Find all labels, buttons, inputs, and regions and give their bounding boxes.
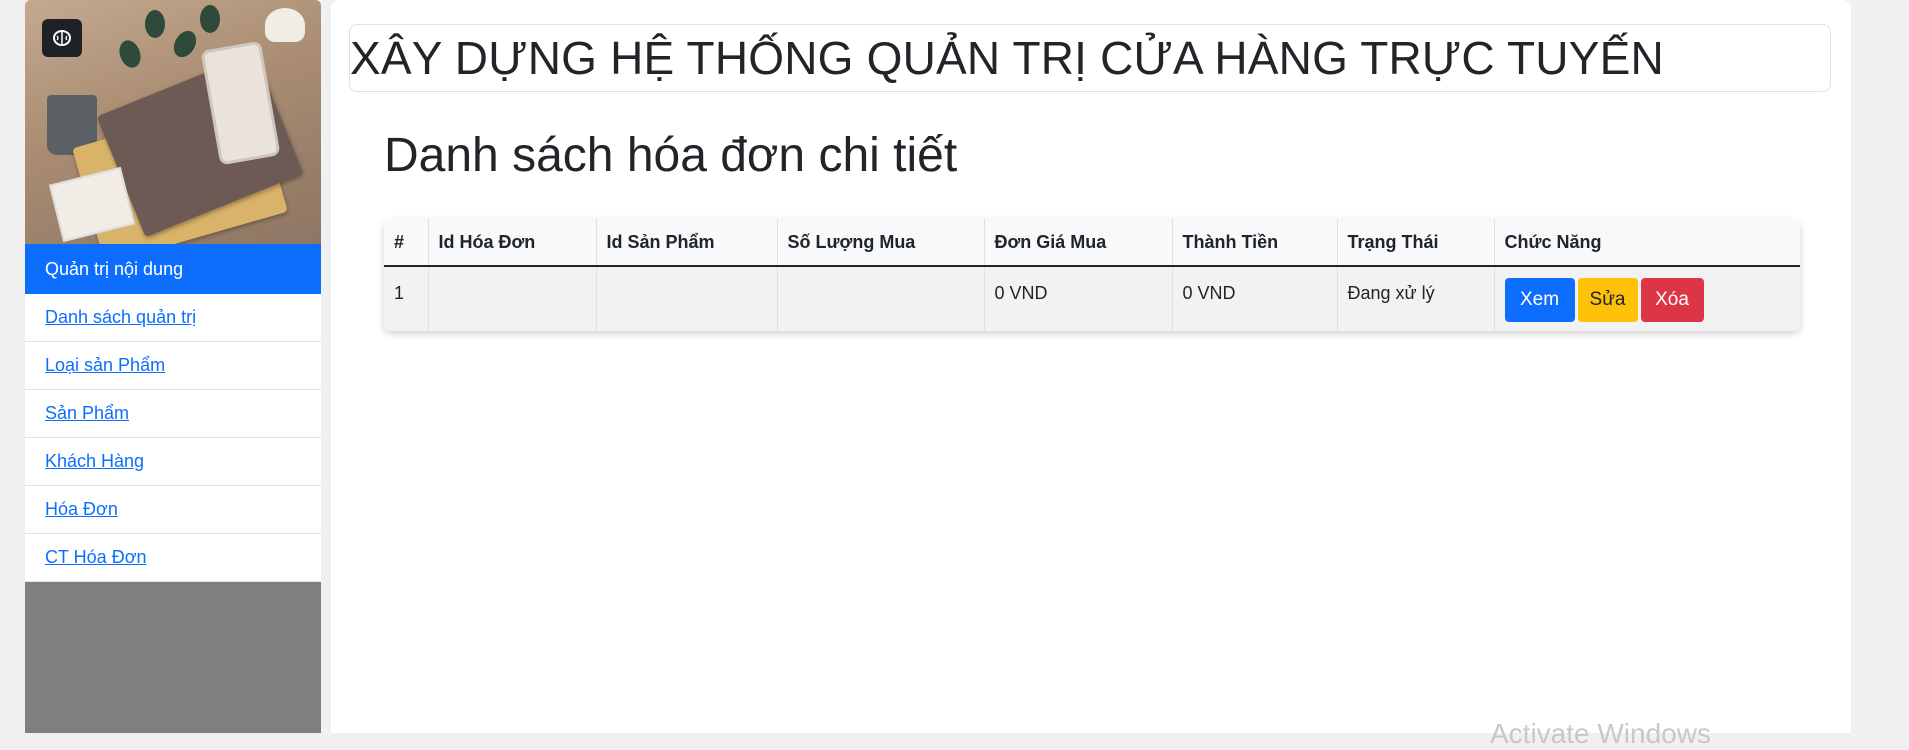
brain-icon[interactable]	[42, 19, 82, 57]
sidebar-item-content-admin[interactable]: Quản trị nội dung	[25, 244, 321, 294]
cell-invoice-id	[428, 266, 597, 331]
cell-actions: Xem Sửa Xóa	[1494, 266, 1800, 331]
page-title: Danh sách hóa đơn chi tiết	[384, 129, 958, 182]
cell-product-id	[596, 266, 778, 331]
column-header: Số Lượng Mua	[777, 219, 985, 267]
cell-index: 1	[384, 266, 429, 331]
header: XÂY DỰNG HỆ THỐNG QUẢN TRỊ CỬA HÀNG TRỰC…	[349, 24, 1831, 92]
cell-quantity	[777, 266, 985, 331]
sidebar-item-customers[interactable]: Khách Hàng	[25, 438, 321, 486]
column-header: #	[384, 219, 429, 267]
sidebar: Quản trị nội dung Danh sách quản trị Loạ…	[25, 0, 321, 733]
column-header: Trạng Thái	[1337, 219, 1495, 267]
sidebar-item-invoice-details[interactable]: CT Hóa Đơn	[25, 534, 321, 582]
column-header: Id Hóa Đơn	[428, 219, 597, 267]
sidebar-item-admin-list[interactable]: Danh sách quản trị	[25, 294, 321, 342]
sidebar-item-product-types[interactable]: Loại sản Phẩm	[25, 342, 321, 390]
table-header-row: # Id Hóa Đơn Id Sản Phẩm Số Lượng Mua Đơ…	[384, 219, 1800, 267]
table-row: 1 0 VND 0 VND Đang xử lý Xem Sửa Xóa	[384, 266, 1800, 331]
sidebar-item-products[interactable]: Sản Phẩm	[25, 390, 321, 438]
os-watermark: Activate Windows	[1490, 718, 1711, 749]
cell-unit-price: 0 VND	[984, 266, 1173, 331]
sidebar-menu: Quản trị nội dung Danh sách quản trị Loạ…	[25, 244, 321, 582]
column-header: Đơn Giá Mua	[984, 219, 1173, 267]
cell-status: Đang xử lý	[1337, 266, 1495, 331]
site-title: XÂY DỰNG HỆ THỐNG QUẢN TRỊ CỬA HÀNG TRỰC…	[350, 32, 1664, 84]
delete-button[interactable]: Xóa	[1640, 278, 1704, 322]
column-header: Id Sản Phẩm	[596, 219, 778, 267]
sidebar-banner-image	[25, 0, 321, 244]
column-header: Thành Tiền	[1172, 219, 1338, 267]
sidebar-item-invoices[interactable]: Hóa Đơn	[25, 486, 321, 534]
edit-button[interactable]: Sửa	[1577, 278, 1638, 322]
column-header: Chức Năng	[1494, 219, 1800, 267]
cell-total: 0 VND	[1172, 266, 1338, 331]
main-content: XÂY DỰNG HỆ THỐNG QUẢN TRỊ CỬA HÀNG TRỰC…	[331, 0, 1851, 733]
view-button[interactable]: Xem	[1504, 278, 1575, 322]
invoice-detail-table: # Id Hóa Đơn Id Sản Phẩm Số Lượng Mua Đơ…	[384, 219, 1800, 331]
